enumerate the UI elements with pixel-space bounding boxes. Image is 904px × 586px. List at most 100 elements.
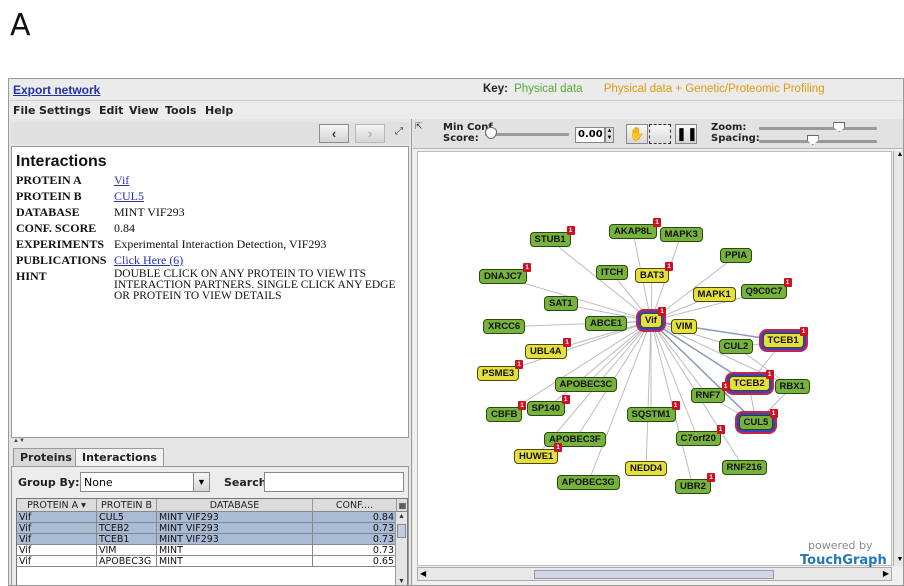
detail-row-hint: HINT DOUBLE CLICK ON ANY PROTEIN TO VIEW… [16,268,404,317]
node-sat1[interactable]: SAT1 [544,296,578,311]
table-vertical-scrollbar[interactable]: ▲ ▼ [395,512,407,585]
col-conf[interactable]: CONF.... [313,499,397,512]
node-sp140[interactable]: SP140 [526,401,566,416]
graph-vertical-scrollbar[interactable]: ▲ ▼ [893,151,903,566]
node-count-badge: 1 [721,382,730,391]
min-conf-spinner[interactable]: ▲ ▼ [605,127,614,143]
col-database[interactable]: DATABASE [157,499,313,512]
zoom-slider-thumb[interactable] [833,122,846,132]
key-physical-genetic-profiling: Physical data + Genetic/Proteomic Profil… [603,83,825,95]
node-q9c0c7[interactable]: Q9C0C7 [740,284,788,299]
node-c7orf20[interactable]: C7orf20 [675,431,721,446]
publications-link[interactable]: Click Here (6) [114,253,406,268]
protein-b-link[interactable]: CUL5 [114,189,406,204]
horizontal-scroll-thumb[interactable] [534,570,774,579]
min-conf-slider[interactable] [485,133,569,136]
node-rbx1[interactable]: RBX1 [774,379,810,394]
node-ubr2[interactable]: UBR2 [675,479,711,494]
node-xrcc6[interactable]: XRCC6 [483,319,526,334]
pause-icon[interactable]: ❚❚ [675,124,698,144]
table-row[interactable]: Vif CUL5 MINT VIF293 0.84 [17,512,397,523]
zoom-slider[interactable] [759,127,877,130]
menu-edit[interactable]: Edit [99,104,123,117]
menu-file[interactable]: File [13,104,36,117]
menu-view[interactable]: View [129,104,159,117]
node-mapk1[interactable]: MAPK1 [692,287,736,302]
network-graph-canvas[interactable]: STUB1 1 AKAP8L 1 MAPK3 PPIA DNAJC7 1 ITCH BAT3 1 MA… [417,151,892,568]
interaction-details: Interactions PROTEIN A Vif PROTEIN B CUL… [11,146,409,438]
node-rnf216[interactable]: RNF216 [721,460,767,475]
node-vim[interactable]: VIM [670,319,698,334]
node-cul5[interactable]: CUL5 [738,415,774,430]
column-settings-icon[interactable]: ▦ [397,499,407,512]
scroll-down-icon[interactable]: ▼ [895,556,903,566]
node-dnajc7[interactable]: DNAJC7 [479,269,528,284]
zoom-spacing-labels: Zoom: Spacing: [711,122,760,144]
scroll-right-icon[interactable]: ▶ [883,569,889,578]
tab-proteins[interactable]: Proteins [13,448,79,466]
protein-a-link[interactable]: Vif [114,173,406,188]
node-psme3[interactable]: PSME3 [477,366,520,381]
node-mapk3[interactable]: MAPK3 [659,227,703,242]
node-count-badge: 1 [653,218,661,227]
export-network-link[interactable]: Export network [13,83,100,97]
hand-pan-icon[interactable]: ✋ [626,124,648,144]
scroll-up-icon[interactable]: ▲ [895,151,903,161]
collapse-arrows-icon[interactable]: ▲▼ [13,438,25,444]
menu-help[interactable]: Help [205,104,233,117]
node-bat3[interactable]: BAT3 [635,268,670,283]
scroll-down-icon[interactable]: ▼ [396,577,407,585]
node-tceb1[interactable]: TCEB1 [762,333,804,348]
menu-tools[interactable]: Tools [165,104,196,117]
detail-row-protein-a: PROTEIN A Vif [16,173,404,189]
table-row[interactable]: Vif APOBEC3G MINT 0.65 [17,556,397,567]
graph-horizontal-scrollbar[interactable]: ◀ ▶ [417,567,892,581]
cell-database: MINT [157,556,313,567]
node-itch[interactable]: ITCH [596,265,629,280]
node-cul2[interactable]: CUL2 [718,339,754,354]
scroll-thumb[interactable] [397,524,406,538]
table-row[interactable]: Vif VIM MINT 0.73 [17,545,397,556]
scroll-left-icon[interactable]: ◀ [420,569,426,578]
menu-settings[interactable]: Settings [39,104,91,117]
back-button[interactable]: ‹ [319,124,349,143]
node-abce1[interactable]: ABCE1 [585,316,628,331]
graph-panel: ⇱ Min Conf Score: 0.00 ▲ ▼ ✋ ❚❚ Zoom: Spa… [413,119,903,585]
node-akap8l[interactable]: AKAP8L [609,224,658,239]
node-ppia[interactable]: PPIA [720,248,753,263]
node-nedd4[interactable]: NEDD4 [625,461,668,476]
col-protein-a[interactable]: PROTEIN A ▾ [17,499,97,512]
table-row[interactable]: Vif TCEB2 MINT VIF293 0.73 [17,523,397,534]
details-panel: ‹ › ⤢ Interactions PROTEIN A Vif PROTEIN… [9,119,412,585]
collapse-left-icon[interactable]: ⇱ [415,121,423,132]
node-count-badge: 1 [707,473,715,482]
expand-panel-icon[interactable]: ⤢ [395,126,403,137]
edge-vif-xrcc6 [503,320,652,328]
min-conf-value-input[interactable]: 0.00 [575,127,605,143]
split-pane-divider[interactable]: ▲▼ [11,438,409,446]
forward-button[interactable]: › [355,124,385,143]
chevron-down-icon: ▼ [193,473,209,491]
node-tceb2[interactable]: TCEB2 [728,376,770,391]
edge-vif-nedd4 [645,320,652,470]
node-sqstm1[interactable]: SQSTM1 [626,407,676,422]
min-conf-slider-thumb[interactable] [485,127,497,139]
search-input[interactable] [264,472,404,492]
node-rnf7[interactable]: RNF7 [690,388,726,403]
node-stub1[interactable]: STUB1 [529,232,571,247]
figure-panel-label: A [10,8,31,43]
node-cbfb[interactable]: CBFB [486,407,523,422]
tab-interactions[interactable]: Interactions [75,448,164,466]
select-box-icon[interactable] [649,124,671,144]
hint-text: DOUBLE CLICK ON ANY PROTEIN TO VIEW ITS … [114,268,396,302]
node-ubl4a[interactable]: UBL4A [525,344,567,359]
node-count-badge: 1 [765,370,774,379]
group-by-select[interactable]: None ▼ [80,472,210,492]
spacing-slider-thumb[interactable] [806,135,819,145]
node-apobec3c[interactable]: APOBEC3C [554,377,618,392]
scroll-up-icon[interactable]: ▲ [396,512,407,522]
node-huwe1[interactable]: HUWE1 [514,449,559,464]
node-apobec3g[interactable]: APOBEC3G [556,475,620,490]
col-protein-b[interactable]: PROTEIN B [97,499,157,512]
table-row[interactable]: Vif TCEB1 MINT VIF293 0.73 [17,534,397,545]
